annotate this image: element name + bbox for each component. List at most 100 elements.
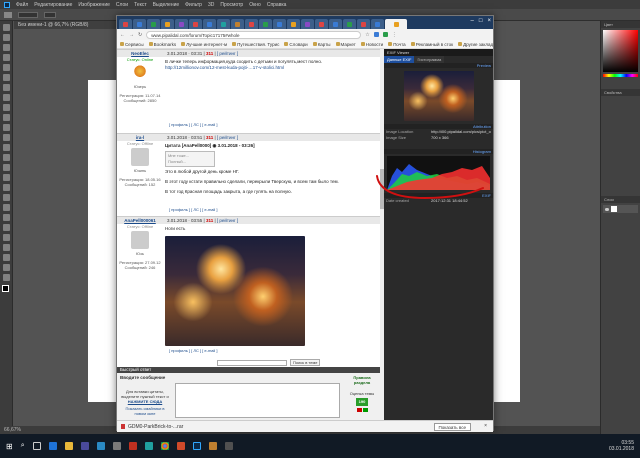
post-number[interactable]: 311 <box>206 135 213 140</box>
forward-icon[interactable]: → <box>129 32 134 38</box>
tool-icon[interactable] <box>2 44 10 51</box>
extension-icon[interactable] <box>373 32 379 37</box>
start-icon[interactable]: ⊞ <box>6 442 13 451</box>
close-icon[interactable]: × <box>487 18 491 24</box>
tool-icon[interactable] <box>2 74 10 81</box>
tool-icon[interactable] <box>2 274 10 281</box>
back-icon[interactable]: ← <box>120 32 125 38</box>
download-item[interactable]: GDM0-ParkBrick-to-...rar <box>128 424 183 430</box>
post-author[interactable]: AnaPell000061 <box>117 218 163 223</box>
rating-link[interactable]: [ рейтинг ] <box>217 51 238 56</box>
reload-icon[interactable]: ↻ <box>138 32 142 38</box>
app-icon[interactable] <box>96 442 105 450</box>
url-field[interactable]: www.pipalidal.com/forum/Topic17175#whole <box>146 30 362 39</box>
bookmark-item[interactable]: Другие закладки <box>458 42 493 47</box>
post-footer-links[interactable]: [ профиль ] [ ЛС ] [ e-mail ] <box>169 207 218 212</box>
color-picker[interactable] <box>603 30 638 72</box>
eye-icon[interactable] <box>605 207 609 211</box>
avatar[interactable] <box>131 64 149 82</box>
tab-histogram[interactable]: Гистограмма <box>414 56 445 63</box>
bookmark-item[interactable]: Рекламный в сток <box>410 42 453 47</box>
vote-down-button[interactable] <box>356 408 362 412</box>
menu-item[interactable]: Файл <box>16 2 28 8</box>
post-author[interactable]: NeoElec <box>117 51 163 56</box>
tool-icon[interactable] <box>2 84 10 91</box>
browser-tab[interactable] <box>147 19 160 29</box>
tool-icon[interactable] <box>2 174 10 181</box>
app-icon[interactable] <box>144 442 153 450</box>
menu-item[interactable]: Окно <box>249 2 261 8</box>
tool-icon[interactable] <box>2 114 10 121</box>
tool-icon[interactable] <box>2 184 10 191</box>
edge-icon[interactable] <box>48 442 57 450</box>
tool-icon[interactable] <box>2 34 10 41</box>
browser-tab[interactable] <box>371 19 384 29</box>
app-icon[interactable] <box>224 442 233 450</box>
maximize-icon[interactable]: □ <box>479 18 483 24</box>
tool-icon[interactable] <box>2 194 10 201</box>
section-histogram[interactable]: Histogram <box>384 149 493 154</box>
reply-textarea[interactable] <box>175 383 340 418</box>
tool-icon[interactable] <box>2 244 10 251</box>
browser-tab[interactable] <box>217 19 230 29</box>
document-tab[interactable]: Без имени-1 @ 66,7% (RGB/8) <box>14 21 124 29</box>
avatar[interactable] <box>131 231 149 249</box>
section-preview[interactable]: Preview <box>384 63 493 68</box>
tool-icon[interactable] <box>2 224 10 231</box>
browser-tab[interactable] <box>315 19 328 29</box>
browser-tab[interactable] <box>161 19 174 29</box>
browser-tab[interactable] <box>203 19 216 29</box>
task-view-icon[interactable] <box>32 442 41 450</box>
panel-header-color[interactable]: Цвет <box>601 21 640 28</box>
menu-item[interactable]: Справка <box>267 2 287 8</box>
tool-icon[interactable] <box>2 214 10 221</box>
search-input[interactable] <box>217 359 287 366</box>
tab-exif-data[interactable]: Данные EXIF <box>384 56 415 63</box>
tool-icon[interactable] <box>2 124 10 131</box>
tool-icon[interactable] <box>2 94 10 101</box>
tool-icon[interactable] <box>2 204 10 211</box>
menu-item[interactable]: Фильтр <box>185 2 202 8</box>
minimize-icon[interactable]: – <box>471 18 474 24</box>
menu-item[interactable]: Редактирование <box>34 2 72 8</box>
browser-tab[interactable] <box>245 19 258 29</box>
browser-tab[interactable] <box>301 19 314 29</box>
tool-icon[interactable] <box>2 104 10 111</box>
menu-item[interactable]: Просмотр <box>220 2 243 8</box>
app-icon[interactable] <box>128 442 137 450</box>
app-icon[interactable] <box>176 442 185 450</box>
layer-row[interactable] <box>603 205 638 213</box>
browser-tab[interactable] <box>231 19 244 29</box>
tool-icon[interactable] <box>2 64 10 71</box>
rating-link[interactable]: [ рейтинг ] <box>217 218 238 223</box>
chrome-icon[interactable] <box>160 442 169 450</box>
avatar[interactable] <box>131 148 149 166</box>
search-scope-select[interactable]: Поиск в теме <box>290 359 321 366</box>
smileys-link[interactable]: Показать смайлики в новом окне <box>120 406 170 416</box>
store-icon[interactable] <box>80 442 89 450</box>
browser-tab[interactable] <box>329 19 342 29</box>
bookmark-star-icon[interactable]: ☆ <box>365 32 369 38</box>
bookmark-item[interactable]: Лучшие интернет-м <box>181 42 227 47</box>
browser-tab[interactable] <box>287 19 300 29</box>
foreground-color-swatch[interactable] <box>2 285 9 292</box>
tool-icon[interactable] <box>2 24 10 31</box>
close-downloads-icon[interactable]: × <box>484 423 487 429</box>
tool-icon[interactable] <box>2 144 10 151</box>
post-author[interactable]: ira-l <box>117 135 163 140</box>
menu-item[interactable]: Изображение <box>78 2 110 8</box>
taskbar-clock[interactable]: 03:55 03.01.2018 <box>609 440 634 452</box>
post-footer-links[interactable]: [ профиль ] [ ЛС ] [ e-mail ] <box>169 348 218 353</box>
browser-tab[interactable] <box>175 19 188 29</box>
browser-tab[interactable] <box>133 19 146 29</box>
tool-icon[interactable] <box>2 264 10 271</box>
browser-tab[interactable] <box>385 19 407 29</box>
tool-icon[interactable] <box>2 254 10 261</box>
rating-link[interactable]: [ рейтинг ] <box>217 135 238 140</box>
bookmark-item[interactable]: Сервисы <box>120 42 144 47</box>
post-footer-links[interactable]: [ профиль ] [ ЛС ] [ e-mail ] <box>169 122 218 127</box>
post-number[interactable]: 311 <box>206 218 213 223</box>
tool-icon[interactable] <box>2 134 10 141</box>
app-icon[interactable] <box>112 442 121 450</box>
tool-icon[interactable] <box>2 164 10 171</box>
